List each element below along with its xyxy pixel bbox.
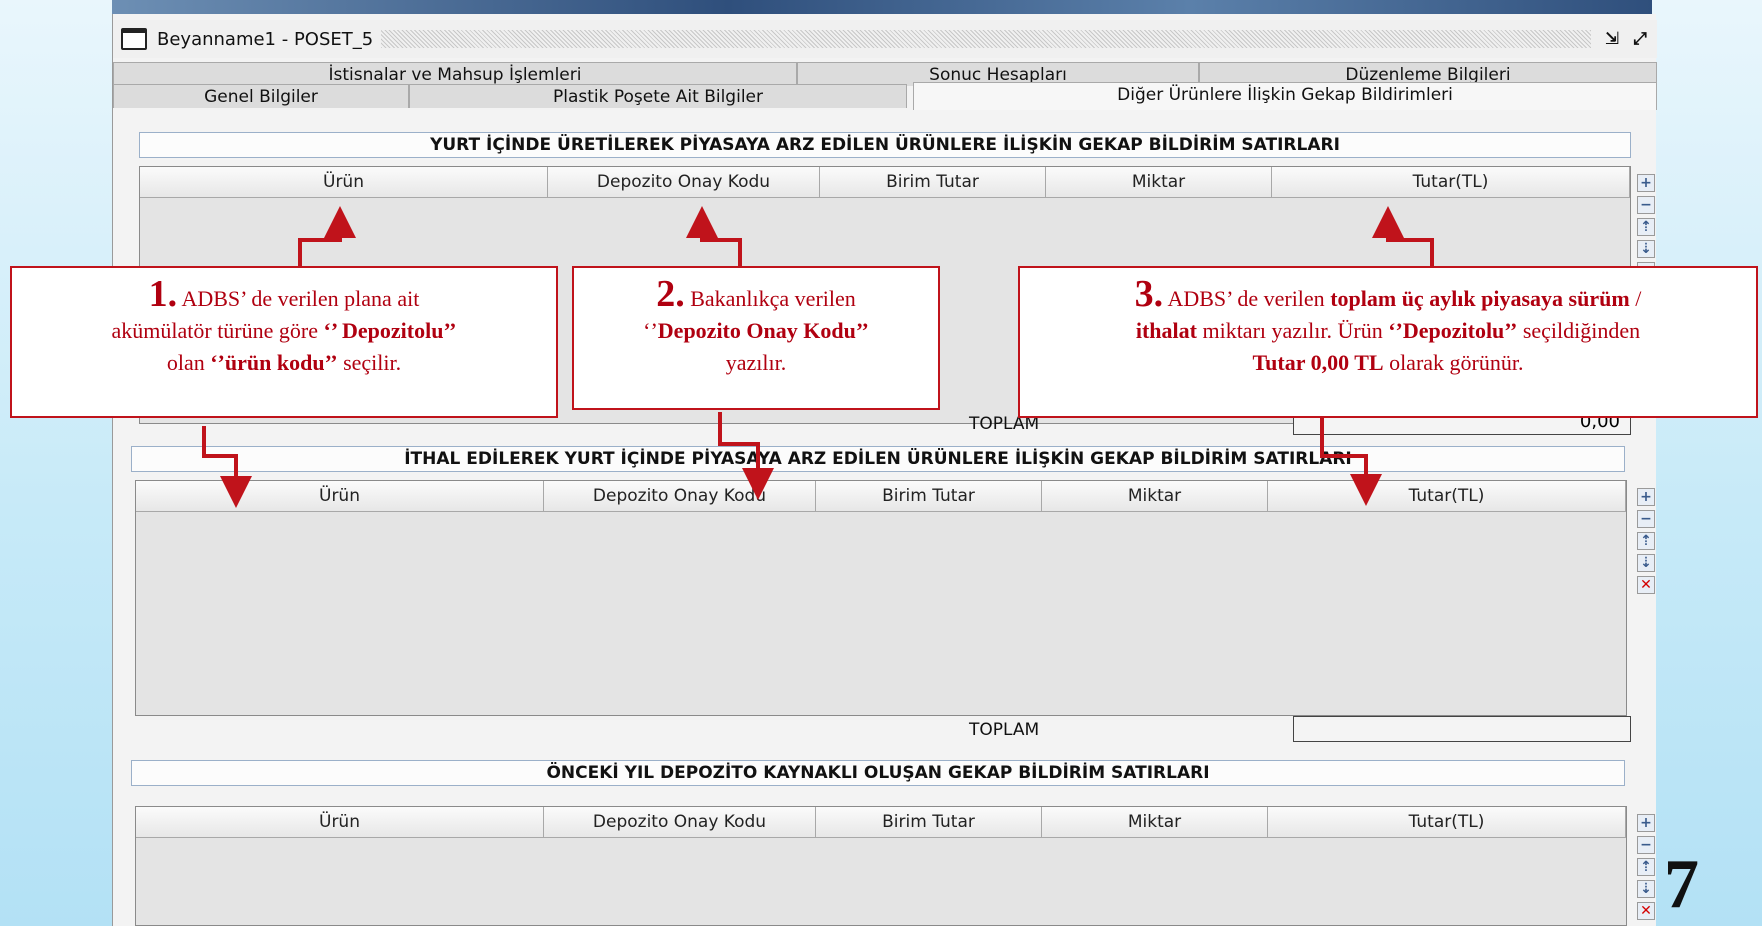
callout-3-number: 3. (1134, 273, 1164, 315)
arrow-2-down (718, 412, 774, 500)
callout-3-bold: Tutar 0,00 TL (1252, 350, 1384, 375)
callout-2-bold: Depozito Onay Kodu’’ (657, 318, 869, 343)
callout-3-bold: ‘’Depozitolu’’ (1388, 318, 1518, 343)
callout-1: 1. ADBS’ de verilen plana ait akümülatör… (10, 266, 558, 418)
arrow-3-down (1320, 418, 1382, 506)
callout-1-text: olan (166, 350, 211, 375)
arrow-3-up (1372, 206, 1434, 266)
callout-2-text: yazılır. (725, 350, 787, 375)
callout-3-text: ADBS’ de verilen (1163, 286, 1331, 311)
callout-3-text: olarak görünür. (1383, 350, 1524, 375)
callout-2: 2. Bakanlıkça verilen ‘’Depozito Onay Ko… (572, 266, 940, 410)
callout-1-text: seçilir. (337, 350, 402, 375)
callout-3: 3. ADBS’ de verilen toplam üç aylık piya… (1018, 266, 1758, 418)
callout-1-number: 1. (148, 273, 178, 315)
callout-1-bold: ‘’ürün kodu’’ (210, 350, 338, 375)
callout-2-text: ‘’ (643, 318, 658, 343)
page-number: 7 (1664, 846, 1699, 923)
callout-1-text: ADBS’ de verilen plana ait (177, 286, 420, 311)
arrow-2-up (686, 206, 742, 266)
callout-3-text: miktarı yazılır. Ürün (1196, 318, 1389, 343)
annotation-arrows (202, 206, 1434, 508)
callout-3-text: seçildiğinden (1517, 318, 1641, 343)
callout-3-bold: toplam üç aylık piyasaya sürüm (1330, 286, 1630, 311)
callout-2-number: 2. (656, 273, 685, 315)
arrow-1-up (298, 206, 356, 266)
arrow-1-down (202, 426, 252, 508)
callout-3-text: / (1629, 286, 1642, 311)
callout-2-text: Bakanlıkça verilen (684, 286, 856, 311)
callout-3-bold: ithalat (1135, 318, 1197, 343)
callout-1-bold: ‘’ Depozitolu’’ (323, 318, 457, 343)
callout-1-text: akümülatör türüne göre (111, 318, 324, 343)
